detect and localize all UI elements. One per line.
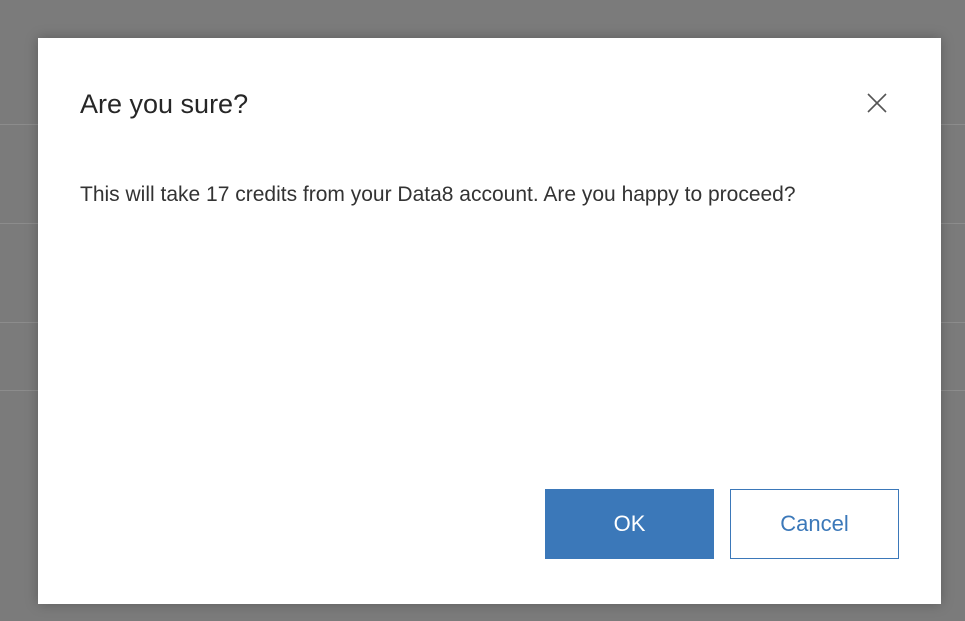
dialog-message: This will take 17 credits from your Data…: [80, 183, 796, 206]
close-button[interactable]: [862, 88, 892, 118]
close-icon: [867, 93, 887, 113]
confirm-dialog: Are you sure? This will take 17 credits …: [38, 38, 941, 604]
cancel-button[interactable]: Cancel: [730, 489, 899, 559]
ok-button[interactable]: OK: [545, 489, 714, 559]
dialog-title: Are you sure?: [80, 89, 249, 119]
